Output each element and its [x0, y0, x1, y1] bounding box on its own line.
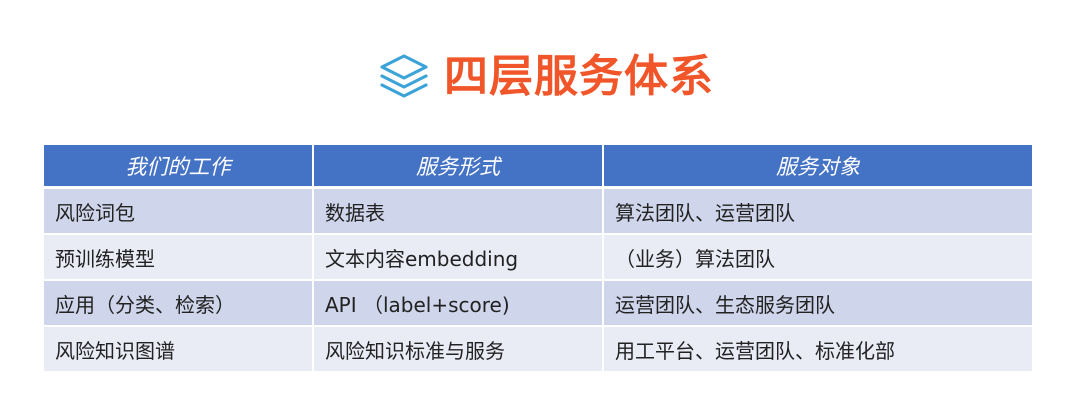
table-cell-service-form: 文本内容embedding [314, 235, 604, 281]
table-cell-service-form: API （label+score) [314, 281, 604, 327]
table-cell-service-form: 数据表 [314, 189, 604, 235]
table-cell-service-target: 算法团队、运营团队 [604, 189, 1032, 235]
table-cell-service-target: 用工平台、运营团队、标准化部 [604, 327, 1032, 373]
column-header-service-target: 服务对象 [604, 145, 1032, 189]
table-row: 风险词包 数据表 算法团队、运营团队 [44, 189, 1032, 235]
table-cell-work: 风险词包 [44, 189, 314, 235]
table-cell-work: 风险知识图谱 [44, 327, 314, 373]
page-title: 四层服务体系 [444, 51, 714, 102]
table-cell-service-form: 风险知识标准与服务 [314, 327, 604, 373]
column-header-work: 我们的工作 [44, 145, 314, 189]
title-bar: 四层服务体系 [0, 44, 1080, 110]
table-row: 预训练模型 文本内容embedding （业务）算法团队 [44, 235, 1032, 281]
table-cell-service-target: 运营团队、生态服务团队 [604, 281, 1032, 327]
title-group: 四层服务体系 [376, 49, 714, 105]
table-header-row: 我们的工作 服务形式 服务对象 [44, 145, 1032, 189]
table-cell-service-target: （业务）算法团队 [604, 235, 1032, 281]
table-row: 应用（分类、检索） API （label+score) 运营团队、生态服务团队 [44, 281, 1032, 327]
column-header-service-form: 服务形式 [314, 145, 604, 189]
service-table: 我们的工作 服务形式 服务对象 风险词包 数据表 算法团队、运营团队 预训练模型… [44, 145, 1032, 373]
table-cell-work: 预训练模型 [44, 235, 314, 281]
table-cell-work: 应用（分类、检索） [44, 281, 314, 327]
layers-icon [380, 54, 428, 98]
table-row: 风险知识图谱 风险知识标准与服务 用工平台、运营团队、标准化部 [44, 327, 1032, 373]
